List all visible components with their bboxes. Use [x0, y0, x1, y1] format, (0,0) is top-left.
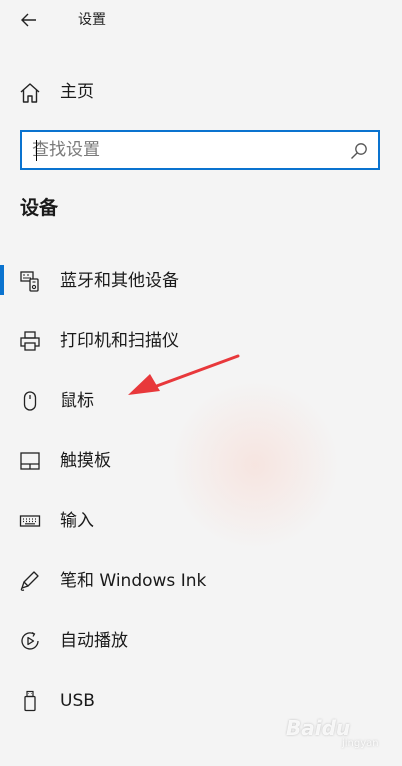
search-box[interactable] [20, 130, 380, 170]
touchpad-icon [20, 452, 40, 470]
nav-item-label: 触摸板 [60, 451, 111, 471]
annotation-arrow-icon [128, 354, 240, 395]
window-title: 设置 [78, 12, 106, 28]
watermark-logo: Baidu jingyan [286, 710, 386, 754]
nav-item-touchpad[interactable]: 触摸板 [0, 437, 402, 485]
nav-item-label: 自动播放 [60, 631, 128, 651]
autoplay-icon [21, 631, 39, 650]
keyboard-icon [19, 515, 41, 527]
home-label: 主页 [60, 82, 94, 102]
back-button[interactable] [14, 6, 44, 34]
section-heading: 设备 [20, 197, 59, 219]
home-icon [20, 83, 40, 103]
nav-item-label: 笔和 Windows Ink [60, 571, 207, 591]
nav-item-label: 蓝牙和其他设备 [60, 271, 179, 291]
nav-item-label: 鼠标 [60, 391, 94, 411]
pen-icon [20, 571, 39, 591]
printer-icon [20, 331, 40, 351]
bluetooth-devices-icon [20, 271, 39, 292]
nav-item-pen[interactable]: 笔和 Windows Ink [0, 557, 402, 605]
nav-item-bluetooth[interactable]: 蓝牙和其他设备 [0, 257, 402, 305]
mouse-icon [23, 391, 37, 411]
nav-item-autoplay[interactable]: 自动播放 [0, 617, 402, 665]
home-nav-item[interactable]: 主页 [0, 72, 402, 112]
watermark-sub: jingyan [342, 738, 379, 749]
back-arrow-icon [21, 13, 36, 27]
usb-icon [24, 690, 36, 712]
search-input[interactable] [32, 139, 332, 161]
nav-item-label: 输入 [60, 511, 94, 531]
nav-item-label: USB [60, 691, 95, 711]
nav-item-typing[interactable]: 输入 [0, 497, 402, 545]
selected-indicator [0, 265, 4, 295]
text-caret [36, 140, 37, 161]
search-icon[interactable] [350, 142, 368, 160]
title-bar: 设置 [0, 0, 402, 40]
watermark-text: Baidu [286, 716, 351, 740]
